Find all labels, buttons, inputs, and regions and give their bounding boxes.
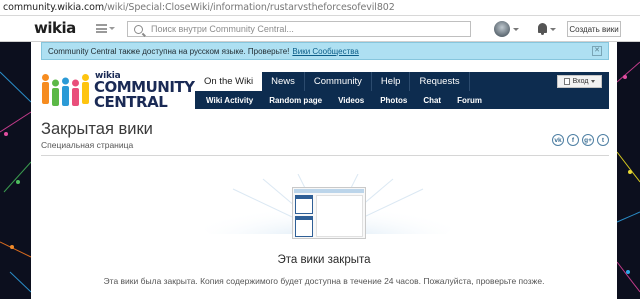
page-subtitle: Специальная страница <box>41 140 134 150</box>
logo-central-text: CENTRAL <box>94 93 168 111</box>
closed-heading: Эта вики закрыта <box>277 254 371 266</box>
subtab-random-page[interactable]: Random page <box>261 96 330 105</box>
search-box[interactable] <box>127 21 471 37</box>
notifications-bell-icon[interactable] <box>538 23 547 35</box>
close-icon[interactable]: ✕ <box>592 46 602 56</box>
login-label: Вход <box>572 78 589 85</box>
wiki-navigation: On the Wiki News Community Help Requests… <box>195 72 609 109</box>
community-central-blocks-icon <box>42 74 89 106</box>
wikia-logo[interactable]: wikia <box>34 19 76 37</box>
address-bar[interactable]: community.wikia.com/wiki/Special:CloseWi… <box>0 0 640 16</box>
subtab-chat[interactable]: Chat <box>415 96 449 105</box>
tab-help[interactable]: Help <box>372 72 411 91</box>
login-button[interactable]: Вход <box>557 75 602 88</box>
search-input[interactable] <box>151 24 461 34</box>
language-notice-banner: Community Central также доступна на русс… <box>41 42 609 60</box>
address-url: community.wikia.com/wiki/Special:CloseWi… <box>3 2 395 13</box>
community-central-logo[interactable]: wikia COMMUNITY CENTRAL <box>42 71 195 111</box>
notice-link[interactable]: Вики Сообщества <box>292 47 358 56</box>
wiki-page: Community Central также доступна на русс… <box>31 42 617 299</box>
facebook-icon[interactable]: f <box>567 134 579 146</box>
notice-text: Community Central также доступна на русс… <box>48 46 290 56</box>
document-icon <box>563 78 570 85</box>
vk-icon[interactable]: vk <box>552 134 564 146</box>
wiki-nav-subtabs: Wiki Activity Random page Videos Photos … <box>195 91 609 109</box>
subtab-videos[interactable]: Videos <box>330 96 372 105</box>
subtab-photos[interactable]: Photos <box>372 96 415 105</box>
chevron-down-icon[interactable] <box>550 28 556 31</box>
global-navigation: wikia Создать вики <box>0 16 640 42</box>
page-title: Закрытая вики <box>41 120 153 138</box>
avatar[interactable] <box>494 21 510 37</box>
subtab-forum[interactable]: Forum <box>449 96 490 105</box>
google-plus-icon[interactable]: g+ <box>582 134 594 146</box>
wiki-nav-tabs: On the Wiki News Community Help Requests <box>195 72 470 91</box>
tab-on-the-wiki[interactable]: On the Wiki <box>195 72 263 91</box>
closed-wiki-illustration <box>292 187 366 239</box>
chevron-down-icon[interactable] <box>109 27 115 30</box>
twitter-icon[interactable]: t <box>597 134 609 146</box>
title-divider <box>41 155 609 156</box>
chevron-down-icon <box>591 80 596 83</box>
hamburger-menu-icon[interactable] <box>96 24 107 33</box>
subtab-wiki-activity[interactable]: Wiki Activity <box>195 96 261 105</box>
chevron-down-icon[interactable] <box>513 28 519 31</box>
search-icon[interactable] <box>134 24 143 34</box>
create-wiki-button[interactable]: Создать вики <box>567 21 621 37</box>
tab-news[interactable]: News <box>262 72 305 91</box>
social-share-buttons: vk f g+ t <box>552 134 609 146</box>
tab-community[interactable]: Community <box>305 72 372 91</box>
closed-description: Эта вики была закрыта. Копия содержимого… <box>103 276 545 286</box>
tab-requests[interactable]: Requests <box>410 72 470 91</box>
